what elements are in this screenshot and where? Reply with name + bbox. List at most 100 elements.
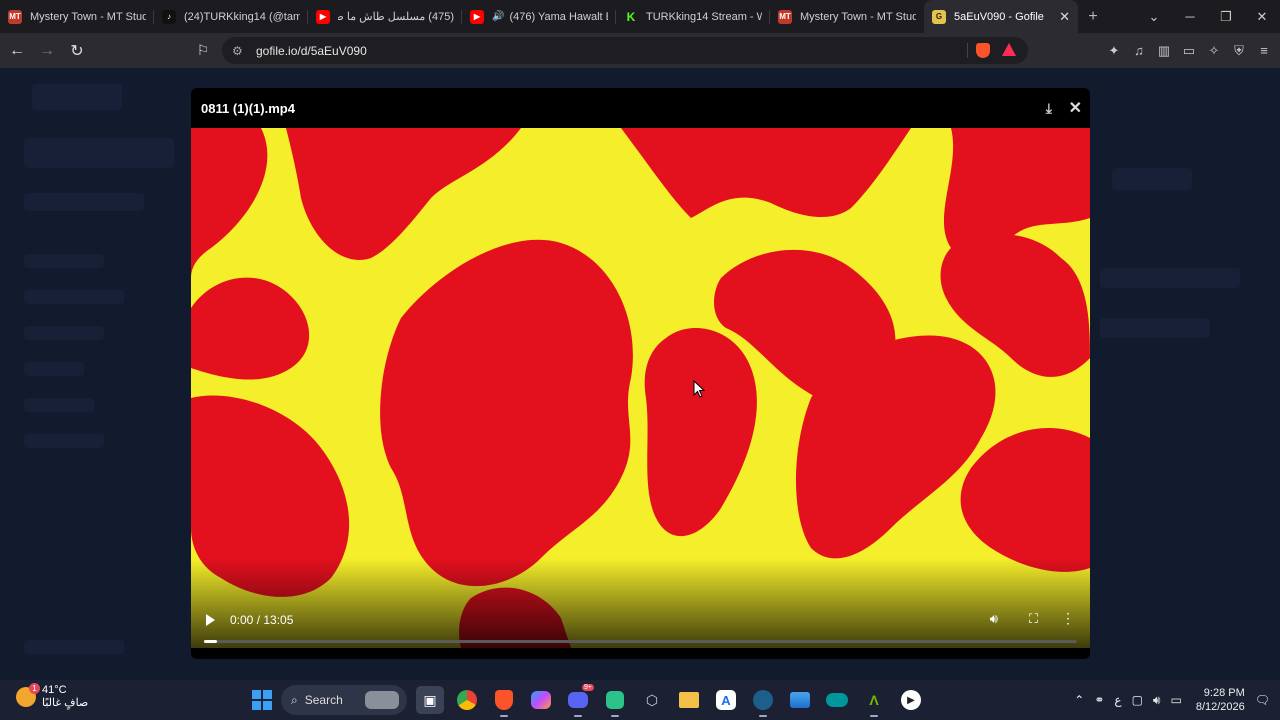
wallet-icon[interactable]: ▭ xyxy=(1181,43,1197,59)
ghost-profile xyxy=(24,138,174,168)
tab-search-chevron-icon[interactable]: ⌄ xyxy=(1136,9,1172,25)
volume-icon[interactable]: 🔊︎ xyxy=(990,611,998,627)
address-bar[interactable]: ⚙ gofile.io/d/5aEuV090 xyxy=(222,37,1028,64)
close-modal-icon[interactable]: ✕ xyxy=(1069,98,1082,118)
hex-app-icon[interactable]: ⬡ xyxy=(638,686,666,714)
clock-date: 8/12/2026 xyxy=(1195,701,1245,713)
tab-title: (476) Yama Hawalt El xyxy=(509,10,608,23)
tray-app-icon[interactable]: ⚭ xyxy=(1094,693,1104,707)
task-view-icon[interactable]: ▣ xyxy=(416,686,444,714)
tab-kick-stream[interactable]: K TURKking14 Stream - Wa xyxy=(616,0,770,33)
menu-icon[interactable]: ≡ xyxy=(1256,43,1272,58)
media-icon[interactable]: ♫ xyxy=(1131,43,1147,58)
video-controls: 0:00 / 13:05 🔊︎ ⛶ ⋮ xyxy=(191,600,1090,640)
windows-taskbar: 1 41°C صافٍ غالبًا ⌕ Search ▣ 9+ ⬡ A Λ ▶… xyxy=(0,680,1280,720)
start-windows-icon[interactable] xyxy=(252,690,272,710)
media-player-icon[interactable]: ▶ xyxy=(897,686,925,714)
tray-overflow-icon[interactable]: ⌃ xyxy=(1074,693,1084,707)
tab-youtube-475[interactable]: ▶ (475) مسلسل طاش ما طاش xyxy=(308,0,462,33)
ghost-nav xyxy=(24,434,104,448)
tab-title: TURKking14 Stream - Wa xyxy=(646,10,762,23)
weather-desc: صافٍ غالبًا xyxy=(42,697,89,709)
notifications-icon[interactable]: 🗨︎ xyxy=(1255,693,1270,707)
forward-icon[interactable]: → xyxy=(34,42,60,60)
minimize-icon[interactable]: ─ xyxy=(1172,9,1208,24)
volume-tray-icon[interactable]: 🔊︎ xyxy=(1153,693,1161,708)
toolbar-right-icons: ✦ ♫ ▥ ▭ ✧ ⛨ ≡ xyxy=(1106,33,1272,68)
mt-studio-favicon-icon: MT xyxy=(778,9,792,24)
close-tab-icon[interactable]: ✕ xyxy=(1059,9,1070,25)
app-green-icon[interactable] xyxy=(601,686,629,717)
tab-mystery-town-2[interactable]: MT Mystery Town - MT Studio xyxy=(770,0,924,33)
ghost-logo xyxy=(32,84,122,110)
nvidia-app-icon[interactable]: Λ xyxy=(860,686,888,717)
input-language[interactable]: ع xyxy=(1114,693,1121,707)
brave-icon[interactable] xyxy=(490,686,518,717)
ghost-right xyxy=(1112,168,1192,190)
ghost-nav xyxy=(24,290,124,304)
tab-title: 5aEuV090 - Gofile xyxy=(954,10,1044,23)
site-settings-icon[interactable]: ⚙ xyxy=(232,44,246,58)
brave-rewards-icon[interactable] xyxy=(1002,43,1016,56)
reload-icon[interactable]: ↻ xyxy=(64,41,90,61)
fullscreen-icon[interactable]: ⛶ xyxy=(1029,611,1038,627)
vpn-icon[interactable]: ⛨ xyxy=(1231,43,1247,59)
new-tab-button[interactable]: + xyxy=(1078,8,1108,26)
leo-ai-icon[interactable]: ✧ xyxy=(1206,43,1222,59)
arduino-icon[interactable] xyxy=(823,686,851,714)
network-icon[interactable]: ▢ xyxy=(1132,693,1143,707)
ghost-nav xyxy=(24,254,104,268)
tab-title: Mystery Town - MT Studio xyxy=(800,10,916,23)
battery-icon[interactable]: ▭ xyxy=(1170,693,1181,707)
ghost-nav xyxy=(24,362,84,376)
play-icon[interactable] xyxy=(206,614,215,626)
tab-mystery-town-1[interactable]: MT Mystery Town - MT Studio xyxy=(0,0,154,33)
taskbar-search[interactable]: ⌕ Search xyxy=(281,685,407,715)
tab-youtube-476[interactable]: ▶ 🔊 (476) Yama Hawalt El xyxy=(462,0,616,33)
video-preview-modal: 0811 (1)(1).mp4 ⤓ ✕ 0:00 / 13:05 🔊︎ ⛶ ⋮ xyxy=(191,88,1090,659)
bookmark-icon[interactable]: ⚐ xyxy=(190,42,216,59)
youtube-favicon-icon: ▶ xyxy=(316,9,330,24)
restore-icon[interactable]: ❐ xyxy=(1208,9,1244,25)
video-time: 0:00 / 13:05 xyxy=(230,613,294,627)
tab-tiktok[interactable]: ♪ (24)TURKking14 (@tamim xyxy=(154,0,308,33)
ghost-nav xyxy=(24,398,94,412)
weather-sun-icon: 1 xyxy=(16,683,40,707)
search-highlight-icon xyxy=(365,691,399,709)
modal-header: 0811 (1)(1).mp4 ⤓ ✕ xyxy=(191,88,1090,128)
video-player[interactable] xyxy=(191,128,1090,648)
video-filename: 0811 (1)(1).mp4 xyxy=(201,100,295,116)
back-icon[interactable]: ← xyxy=(4,42,30,60)
app-store-icon[interactable]: A xyxy=(712,686,740,714)
search-label: Search xyxy=(304,693,343,707)
copilot-icon[interactable] xyxy=(527,686,555,714)
youtube-favicon-icon: ▶ xyxy=(470,9,484,24)
weather-badge: 1 xyxy=(29,683,40,694)
extensions-icon[interactable]: ✦ xyxy=(1106,43,1122,59)
photos-icon[interactable] xyxy=(786,686,814,714)
weather-widget[interactable]: 1 41°C صافٍ غالبًا xyxy=(16,683,89,710)
taskbar-apps: ⌕ Search ▣ 9+ ⬡ A Λ ▶ xyxy=(252,684,925,717)
browser-toolbar: ← → ↻ ⚐ ⚙ gofile.io/d/5aEuV090 ✦ ♫ ▥ ▭ ✧… xyxy=(0,33,1280,68)
weather-temp: 41°C xyxy=(42,684,67,696)
progress-fill xyxy=(204,640,218,643)
ghost-footer xyxy=(24,640,124,654)
steam-icon[interactable] xyxy=(749,686,777,717)
file-explorer-icon[interactable] xyxy=(675,686,703,714)
tab-gofile-active[interactable]: G 5aEuV090 - Gofile ✕ xyxy=(924,0,1078,33)
close-window-icon[interactable]: ✕ xyxy=(1244,9,1280,25)
system-tray: ⌃ ⚭ ع ▢ 🔊︎ ▭ 9:28 PM 8/12/2026 🗨︎ xyxy=(1074,680,1270,720)
discord-icon[interactable]: 9+ xyxy=(564,684,594,717)
sidebar-icon[interactable]: ▥ xyxy=(1156,43,1172,59)
tab-title: (475) مسلسل طاش ما طاش xyxy=(338,11,454,23)
download-icon[interactable]: ⤓ xyxy=(1046,100,1052,117)
ghost-nav xyxy=(24,193,144,211)
clock[interactable]: 9:28 PM 8/12/2026 xyxy=(1196,686,1245,714)
speaker-icon: 🔊 xyxy=(492,11,505,22)
brave-shields-icon[interactable] xyxy=(976,43,990,58)
video-progress-bar[interactable] xyxy=(204,640,1077,643)
kick-favicon-icon: K xyxy=(624,9,638,24)
chrome-icon[interactable] xyxy=(453,686,481,714)
more-options-icon[interactable]: ⋮ xyxy=(1061,610,1075,627)
ghost-nav xyxy=(24,326,104,340)
